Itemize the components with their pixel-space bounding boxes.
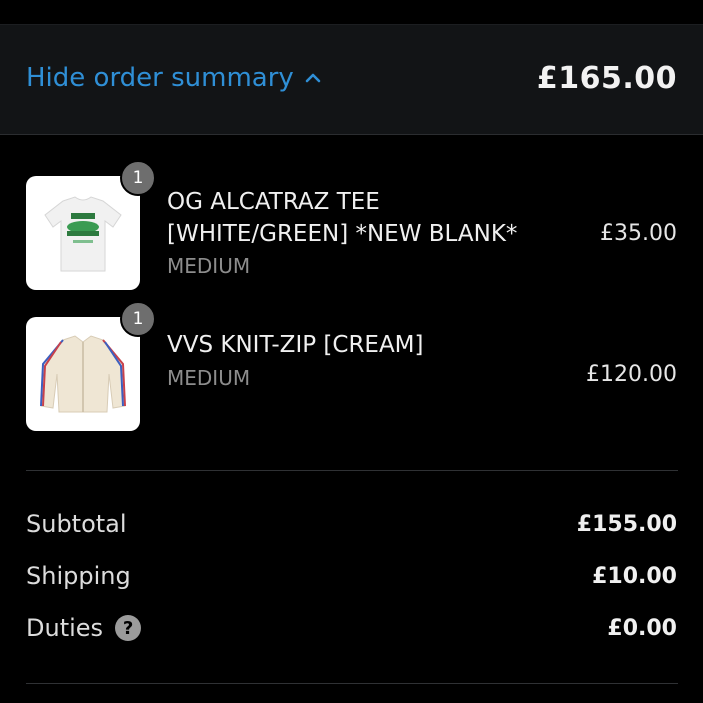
product-variant: MEDIUM — [167, 366, 251, 390]
divider — [26, 470, 678, 471]
shipping-label: Shipping — [26, 562, 131, 590]
product-thumbnail — [26, 176, 140, 290]
tshirt-image — [44, 196, 122, 272]
duties-label: Duties — [26, 614, 104, 642]
hide-order-summary-toggle[interactable]: Hide order summary — [26, 63, 322, 93]
subtotal-label: Subtotal — [26, 510, 127, 538]
order-total: £165.00 — [536, 61, 677, 96]
product-name: OG ALCATRAZ TEE [WHITE/GREEN] *NEW BLANK… — [167, 186, 577, 250]
product-name-line: [WHITE/GREEN] *NEW BLANK* — [167, 221, 518, 247]
question-circle-icon[interactable]: ? — [115, 615, 142, 641]
order-summary-bar: Hide order summary £165.00 — [0, 24, 703, 135]
shipping-value: £10.00 — [592, 564, 677, 589]
product-thumbnail — [26, 317, 140, 431]
duties-value: £0.00 — [607, 616, 677, 641]
product-name-line: OG ALCATRAZ TEE — [167, 189, 380, 215]
duties-row-label: Duties ? — [26, 614, 142, 642]
toggle-label: Hide order summary — [26, 63, 294, 93]
top-strip — [0, 0, 703, 24]
quantity-badge: 1 — [120, 301, 156, 337]
subtotal-value: £155.00 — [576, 512, 677, 537]
divider — [26, 683, 678, 684]
chevron-up-icon — [305, 73, 321, 83]
product-price: £120.00 — [586, 362, 677, 387]
product-name: VVS KNIT-ZIP [CREAM] — [167, 329, 577, 361]
knit-zip-jacket-image — [40, 335, 126, 413]
quantity-badge: 1 — [120, 160, 156, 196]
product-variant: MEDIUM — [167, 254, 251, 278]
product-price: £35.00 — [600, 221, 677, 246]
product-name-line: VVS KNIT-ZIP [CREAM] — [167, 332, 424, 358]
